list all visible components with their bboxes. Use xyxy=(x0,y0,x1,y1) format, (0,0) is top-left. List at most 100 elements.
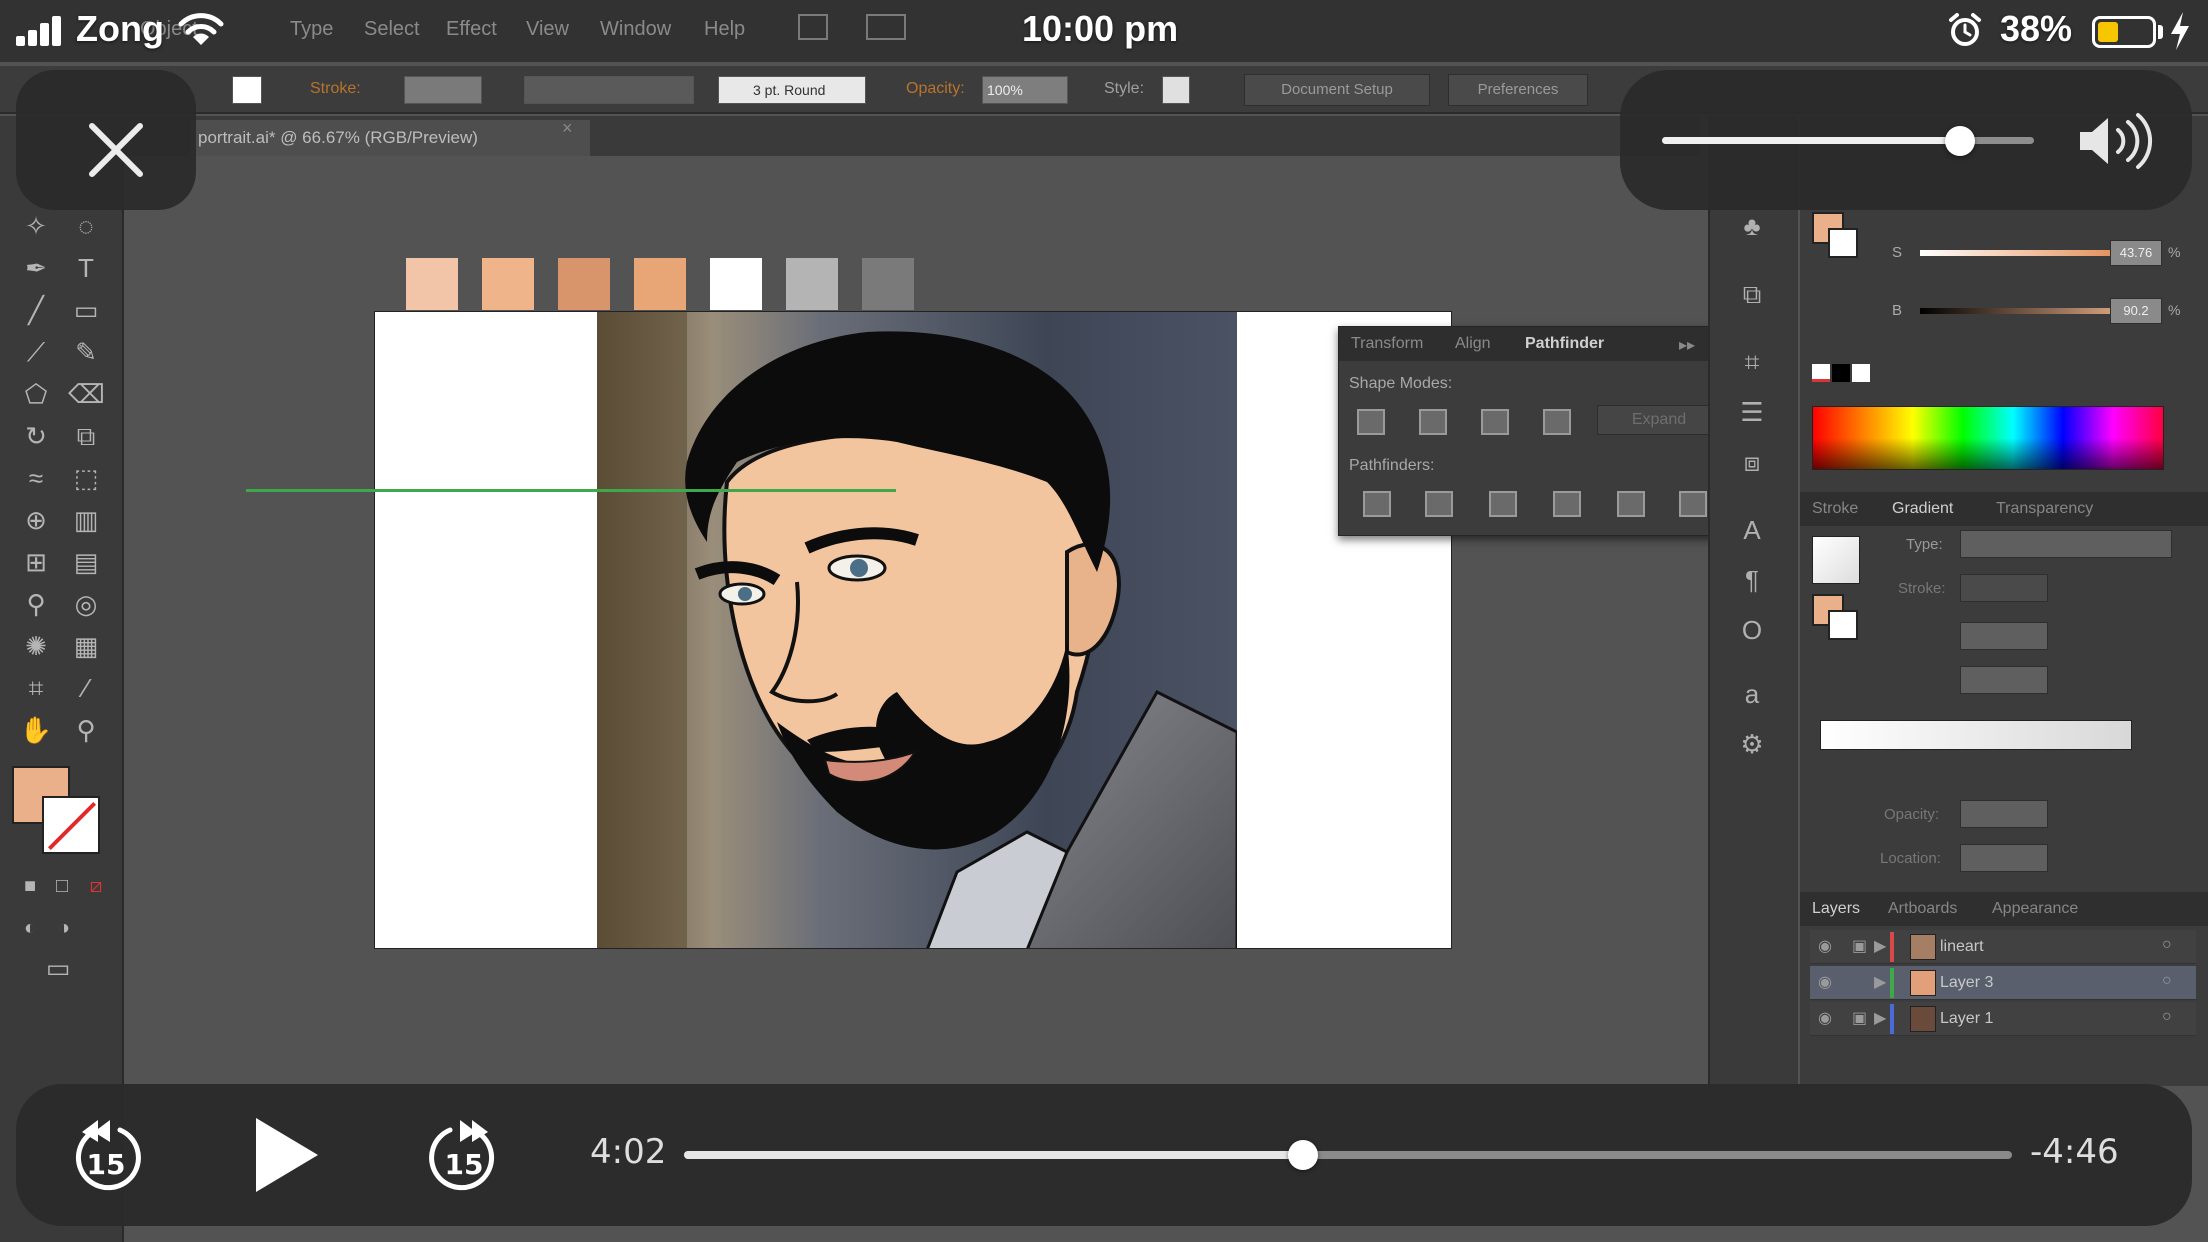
playback-scrubber-thumb[interactable] xyxy=(1287,1140,1318,1170)
pathfinders-label: Pathfinders: xyxy=(1349,457,1435,474)
white-swatch xyxy=(1852,364,1870,382)
align-panel-icon: ☰ xyxy=(1740,397,1764,427)
divide-icon xyxy=(1363,491,1391,517)
brightness-slider xyxy=(1920,308,2134,314)
speaker-icon xyxy=(2080,113,2153,169)
reference-swatch xyxy=(786,258,838,310)
tab-pathfinder: Pathfinder xyxy=(1525,335,1605,352)
illustrator-toolbar: ✧ ◌ ✒ T ╱ ▭ ⟋ ✎ ⬠ ⌫ ↻ ⧉ ≈ ⬚ ⊕ ▥ ⊞ ▤ ⚲ ◎ … xyxy=(0,116,124,1242)
symbol-sprayer-tool-icon: ✺ xyxy=(25,631,47,661)
saturation-percent: % xyxy=(2168,244,2181,260)
slice-tool-icon: ⁄ xyxy=(83,673,89,703)
color-s-label: S xyxy=(1892,244,1903,261)
status-bar: Zong 10:00 pm 38% xyxy=(0,0,2208,62)
right-panel-dock: S 43.76 % B 90.2 % Stroke Gradient Trans… xyxy=(1800,116,2208,1086)
volume-control xyxy=(1620,70,2192,210)
gradient-opacity-field xyxy=(1960,800,2048,828)
reference-swatch xyxy=(862,258,914,310)
gradient-aspect-field xyxy=(1960,666,2048,694)
playback-scrubber[interactable] xyxy=(684,1140,2012,1170)
gradient-stroke-label: Stroke: xyxy=(1898,580,1946,597)
battery-level-fill xyxy=(2098,22,2118,42)
layer-thumbnail xyxy=(1910,1006,1936,1032)
brush-definition-field: 3 pt. Round xyxy=(718,76,866,104)
gradient-mode-icon: □ xyxy=(55,875,69,897)
gradient-slider-bar xyxy=(1820,720,2132,750)
battery-nub xyxy=(2158,25,2163,39)
panel-collapse-icon: ▸▸ xyxy=(1679,337,1696,354)
opentype-panel-icon: O xyxy=(1741,615,1763,645)
skip-forward-15-button[interactable]: 15 xyxy=(426,1118,502,1196)
reference-swatch xyxy=(482,258,534,310)
unite-icon xyxy=(1357,409,1385,435)
artboard xyxy=(374,311,1452,949)
gradient-type-select xyxy=(1960,530,2172,558)
tab-artboards: Artboards xyxy=(1888,900,1958,917)
tab-align: Align xyxy=(1455,335,1491,352)
visibility-eye-icon: ◉ xyxy=(1818,974,1832,991)
gradient-stroke-options xyxy=(1960,574,2048,602)
volume-slider[interactable] xyxy=(1662,126,2034,156)
portrait-artwork xyxy=(597,312,1237,948)
volume-slider-thumb[interactable] xyxy=(1944,126,1975,156)
skip-back-15-button[interactable]: 15 xyxy=(68,1118,144,1196)
hand-tool-icon: ✋ xyxy=(19,715,53,745)
close-button[interactable] xyxy=(16,70,196,210)
alarm-icon xyxy=(1949,13,1981,46)
draw-normal-icon: ◐ xyxy=(23,917,37,939)
pathfinder-panel-tabs: Transform Align Pathfinder ▸▸ xyxy=(1339,327,1733,361)
brightness-percent: % xyxy=(2168,302,2181,318)
reference-swatch xyxy=(710,258,762,310)
playback-progress-fill xyxy=(684,1151,1303,1159)
layer-name: Layer 1 xyxy=(1940,1010,1994,1027)
pathfinder-panel-icon: ⧈ xyxy=(1743,447,1761,477)
tab-transform: Transform xyxy=(1351,335,1424,352)
tab-gradient: Gradient xyxy=(1892,500,1954,517)
battery-icon xyxy=(2092,16,2156,48)
paintbrush-tool-icon: ⟋ xyxy=(26,337,46,367)
document-tab-bar: portrait.ai* @ 66.67% (RGB/Preview) × xyxy=(0,116,1700,156)
shape-builder-tool-icon: ⊕ xyxy=(25,505,47,535)
eraser-tool-icon: ⌫ xyxy=(68,379,105,409)
gradient-type-label: Type: xyxy=(1906,536,1943,553)
minus-front-icon xyxy=(1419,409,1447,435)
gradient-location-field xyxy=(1960,844,2048,872)
tab-layers: Layers xyxy=(1812,900,1861,917)
layer-thumbnail xyxy=(1910,970,1936,996)
type-tool-icon: T xyxy=(78,253,94,283)
layer-thumbnail xyxy=(1910,934,1936,960)
battery-percentage: 38% xyxy=(2000,8,2073,49)
character-panel-icon: A xyxy=(1743,515,1761,545)
layer-name: Layer 3 xyxy=(1940,974,1994,991)
skip-forward-seconds: 15 xyxy=(444,1148,484,1181)
intersect-icon xyxy=(1481,409,1509,435)
rectangle-tool-icon: ▭ xyxy=(73,295,99,325)
character-styles-icon: a xyxy=(1744,679,1760,709)
line-tool-icon: ╱ xyxy=(28,295,44,325)
gradient-panel-tabs: Stroke Gradient Transparency xyxy=(1800,492,2208,526)
layer-row-lineart: ◉ ▣ ▶ lineart ○ xyxy=(1810,930,2196,964)
lock-icon: ▣ xyxy=(1852,1010,1868,1027)
style-swatch xyxy=(1162,76,1190,104)
blob-brush-tool-icon: ⬠ xyxy=(24,379,48,409)
draw-behind-icon: ◑ xyxy=(57,917,71,939)
reference-swatch xyxy=(406,258,458,310)
free-transform-tool-icon: ⬚ xyxy=(73,463,99,493)
elapsed-time: 4:02 xyxy=(590,1132,667,1172)
wifi-icon xyxy=(178,13,224,45)
layer-name: lineart xyxy=(1940,938,1984,955)
tab-appearance: Appearance xyxy=(1992,900,2079,917)
tab-stroke: Stroke xyxy=(1812,500,1859,517)
color-spectrum xyxy=(1812,406,2164,470)
pathfinder-panel: Transform Align Pathfinder ▸▸ Shape Mode… xyxy=(1338,326,1734,536)
gradient-stroke-swatch xyxy=(1828,610,1858,640)
canvas-area xyxy=(126,158,1706,1242)
opacity-label: Opacity: xyxy=(906,80,965,97)
reference-swatch xyxy=(634,258,686,310)
rotate-tool-icon: ↻ xyxy=(25,421,47,451)
volume-slider-fill xyxy=(1662,137,1960,144)
pen-tool-icon: ✒ xyxy=(25,253,47,283)
variable-width-field xyxy=(524,76,694,104)
signal-icon xyxy=(16,16,66,46)
play-button[interactable] xyxy=(248,1114,324,1196)
